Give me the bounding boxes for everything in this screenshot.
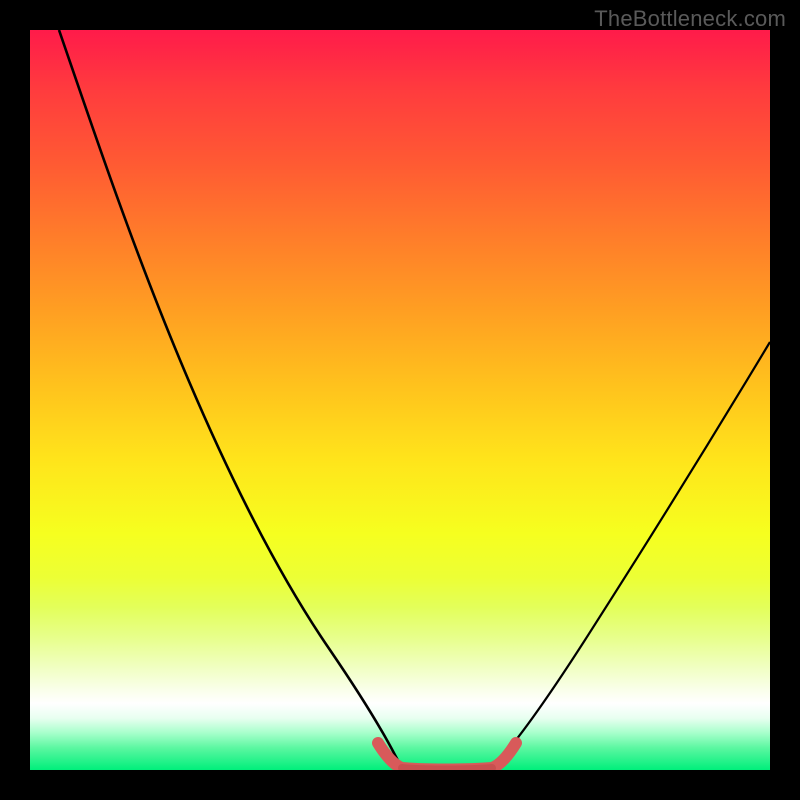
valley-floor-curve [402,768,492,770]
left-branch-curve [59,30,402,768]
chart-frame: TheBottleneck.com [0,0,800,800]
plot-area [30,30,770,770]
watermark-text: TheBottleneck.com [594,6,786,32]
curve-layer [30,30,770,770]
right-branch-curve [492,342,770,768]
